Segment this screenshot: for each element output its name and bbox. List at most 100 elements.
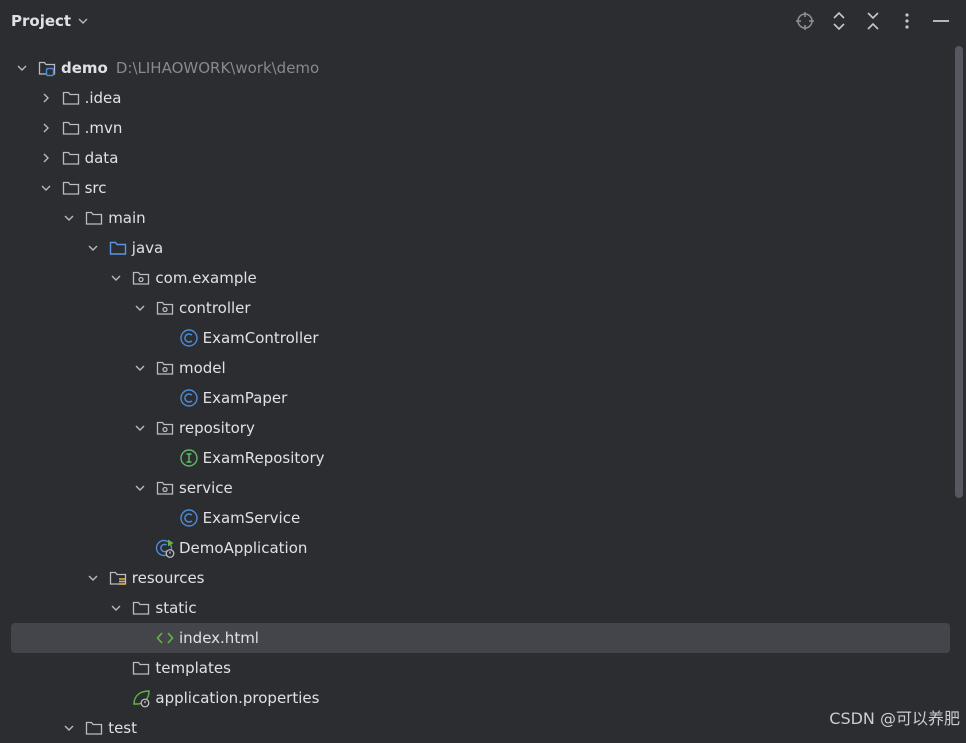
tree-node-idea[interactable]: .idea: [0, 83, 952, 113]
tree-node-src[interactable]: src: [0, 173, 952, 203]
tree-node-text: test: [108, 719, 137, 737]
tree-node-label: src: [84, 179, 107, 197]
tree-node-static[interactable]: static: [0, 593, 952, 623]
tree-node-controller[interactable]: controller: [0, 293, 952, 323]
class-icon: [179, 388, 199, 408]
tree-node-label: DemoApplication: [179, 539, 308, 557]
tree-node-text: service: [179, 479, 233, 497]
tree-node-label: ExamPaper: [202, 389, 288, 407]
folder-icon: [84, 208, 104, 228]
tree-node-model[interactable]: model: [0, 353, 952, 383]
chevron-down-icon[interactable]: [109, 601, 123, 615]
tree-node-java[interactable]: java: [0, 233, 952, 263]
tree-node-exam-paper[interactable]: ExamPaper: [0, 383, 952, 413]
module-icon: [37, 58, 57, 78]
vertical-scrollbar[interactable]: [955, 46, 963, 498]
collapse-all-button[interactable]: [862, 10, 884, 32]
tree-node-exam-controller[interactable]: ExamController: [0, 323, 952, 353]
tree-node-text: ExamRepository: [203, 449, 325, 467]
tree-node-demo[interactable]: demo D:\LIHAOWORK\work\demo: [0, 53, 952, 83]
tree-node-text: application.properties: [155, 689, 319, 707]
tree-node-label: static: [155, 599, 197, 617]
tree-node-label: demo: [61, 59, 108, 77]
chevron-right-icon[interactable]: [39, 121, 53, 135]
chevron-down-icon[interactable]: [133, 481, 147, 495]
tree-node-label: controller: [179, 299, 251, 317]
tree-node-com-example[interactable]: com.example: [0, 263, 952, 293]
tree-node-label: ExamService: [202, 509, 301, 527]
tree-node-label: .idea: [84, 89, 122, 107]
tree-node-label: index.html: [179, 629, 259, 647]
tree-node-text: static: [155, 599, 196, 617]
class-icon: [179, 328, 199, 348]
tree-node-resources[interactable]: resources: [0, 563, 952, 593]
folder-icon: [61, 178, 81, 198]
collapse-all-icon: [867, 12, 879, 30]
chevron-down-icon[interactable]: [62, 721, 76, 735]
chevron-down-icon[interactable]: [86, 571, 100, 585]
tree-node-exam-service[interactable]: ExamService: [0, 503, 952, 533]
tree-node-label: ExamController: [202, 329, 319, 347]
chevron-down-icon[interactable]: [133, 301, 147, 315]
tree-node-service[interactable]: service: [0, 473, 952, 503]
tree-node-text: templates: [155, 659, 231, 677]
expand-all-icon: [833, 11, 845, 31]
tree-node-text: DemoApplication: [179, 539, 307, 557]
hide-panel-button[interactable]: [930, 10, 952, 32]
folder-icon: [61, 88, 81, 108]
tree-node-main[interactable]: main: [0, 203, 952, 233]
chevron-down-icon[interactable]: [133, 361, 147, 375]
project-toolbar: Project: [0, 0, 966, 44]
chevron-down-icon: [78, 18, 88, 24]
tree-node-text: data: [85, 149, 119, 167]
more-options-button[interactable]: [896, 10, 918, 32]
tree-node-text: com.example: [155, 269, 256, 287]
tree-node-label: model: [179, 359, 226, 377]
tree-node-label: repository: [179, 419, 255, 437]
chevron-down-icon[interactable]: [133, 421, 147, 435]
tree-node-application-properties[interactable]: application.properties: [0, 683, 952, 713]
chevron-right-icon[interactable]: [39, 91, 53, 105]
tree-node-text: src: [85, 179, 107, 197]
tree-node-text: repository: [179, 419, 255, 437]
tree-node-label: ExamRepository: [202, 449, 325, 467]
tree-node-text: .idea: [85, 89, 122, 107]
package-icon: [155, 478, 175, 498]
tree-node-text: ExamPaper: [203, 389, 288, 407]
chevron-down-icon[interactable]: [15, 61, 29, 75]
tree-node-mvn[interactable]: .mvn: [0, 113, 952, 143]
tree-node-demo-application[interactable]: DemoApplication: [0, 533, 952, 563]
tree-node-text: resources: [132, 569, 205, 587]
tree-node-label: main: [108, 209, 146, 227]
tree-node-label: .mvn: [84, 119, 123, 137]
tree-node-exam-repository[interactable]: ExamRepository: [0, 443, 952, 473]
tree-node-repository[interactable]: repository: [0, 413, 952, 443]
tree-node-test[interactable]: test: [0, 713, 952, 743]
source-folder-icon: [108, 238, 128, 258]
chevron-down-icon[interactable]: [109, 271, 123, 285]
chevron-down-icon[interactable]: [39, 181, 53, 195]
tree-node-data[interactable]: data: [0, 143, 952, 173]
tree-node-index-html[interactable]: index.html: [0, 623, 952, 653]
spring-boot-class-icon: [155, 538, 175, 558]
spring-properties-icon: [131, 688, 151, 708]
tree-node-templates[interactable]: templates: [0, 653, 952, 683]
project-title: Project: [11, 12, 72, 30]
folder-icon: [131, 658, 151, 678]
tree-node-label: resources: [131, 569, 205, 587]
chevron-down-icon[interactable]: [86, 241, 100, 255]
html-icon: [155, 628, 175, 648]
tree-node-label: application.properties: [155, 689, 320, 707]
tree-node-text: index.html: [179, 629, 259, 647]
tree-node-text: .mvn: [85, 119, 123, 137]
project-view-selector[interactable]: Project: [11, 12, 89, 30]
expand-all-button[interactable]: [828, 10, 850, 32]
folder-icon: [84, 718, 104, 738]
select-opened-file-button[interactable]: [794, 10, 816, 32]
tree-node-label: java: [131, 239, 164, 257]
chevron-right-icon[interactable]: [39, 151, 53, 165]
package-icon: [155, 358, 175, 378]
tree-node-text: demo D:\LIHAOWORK\work\demo: [61, 59, 319, 77]
chevron-down-icon[interactable]: [62, 211, 76, 225]
interface-icon: [179, 448, 199, 468]
